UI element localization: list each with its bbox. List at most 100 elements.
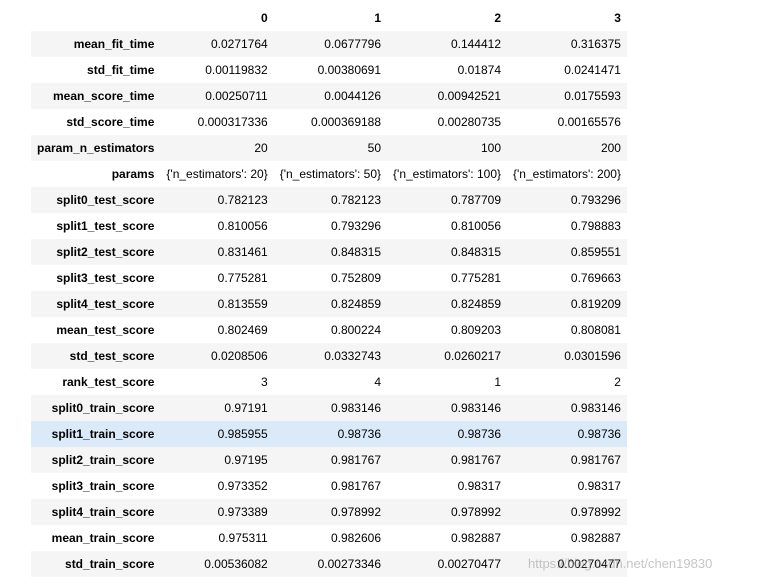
table-cell: 0.975311 [218, 531, 268, 545]
table-row: std_test_score 0.0208506 0.0332743 0.026021… [31, 343, 627, 369]
row-label: std_fit_time [87, 63, 155, 77]
table-cell: 0.98736 [577, 427, 621, 441]
table-cell: 0.813559 [217, 297, 268, 311]
table-cell: 0.981767 [330, 453, 382, 467]
table-cell: 0.978992 [330, 505, 382, 519]
table-row: params {'n_estimators': 20} {'n_estimators… [31, 161, 627, 187]
table-row: mean_train_score 0.975311 0.982606 0.982887… [31, 525, 627, 551]
row-label: params [111, 167, 155, 181]
table-row: split3_test_score 0.775281 0.752809 0.77528… [31, 265, 627, 291]
table-cell: 0.0271764 [210, 37, 268, 51]
table-cell: 0.808081 [570, 323, 621, 337]
table-row: split0_test_score 0.782123 0.782123 0.78770… [31, 187, 627, 213]
table-cell: 0.982887 [450, 531, 501, 545]
table-row: param_n_estimators 20 50 100 200 [31, 135, 627, 161]
table-cell: 0.819209 [570, 297, 621, 311]
cv-results-table: 0 1 2 3 mean_fit_time 0.0271764 0.0677796 0… [31, 5, 627, 577]
row-label: param_n_estimators [37, 141, 155, 155]
table-cell: 0.00250711 [205, 89, 268, 103]
table-cell: 0.775281 [450, 271, 501, 285]
row-label: split4_train_score [51, 505, 155, 519]
table-row: std_fit_time 0.00119832 0.00380691 0.01874 0… [31, 57, 627, 83]
table-cell: 0.98317 [457, 479, 501, 493]
table-header: 0 1 2 3 [31, 5, 627, 31]
table-cell: 0.982887 [570, 531, 621, 545]
table-cell: 0.981767 [330, 479, 382, 493]
row-label: mean_score_time [53, 89, 155, 103]
table-cell: 100 [480, 141, 501, 155]
row-label: split3_train_score [51, 479, 155, 493]
table-cell: 0.981767 [450, 453, 501, 467]
table-cell: 0.824859 [450, 297, 501, 311]
row-label: std_score_time [66, 115, 155, 129]
table-cell: 0.0332743 [324, 349, 382, 363]
table-cell: 0.98736 [457, 427, 501, 441]
table-cell: 0.00270477 [557, 557, 621, 571]
table-row: split4_test_score 0.813559 0.824859 0.82485… [31, 291, 627, 317]
row-label: split2_test_score [56, 245, 155, 259]
table-cell: 0.0301596 [564, 349, 621, 363]
table-cell: 0.752809 [330, 271, 382, 285]
table-cell: 0.769663 [570, 271, 621, 285]
table-cell: 0.00273346 [317, 557, 382, 571]
table-row: split0_train_score 0.97191 0.983146 0.98314… [31, 395, 627, 421]
row-label: mean_train_score [51, 531, 155, 545]
row-label: std_test_score [69, 349, 155, 363]
table-cell: 0.782123 [217, 193, 268, 207]
table-body: mean_fit_time 0.0271764 0.0677796 0.144412 0… [31, 31, 627, 577]
table-cell: 0.978992 [570, 505, 621, 519]
table-cell: 200 [600, 141, 621, 155]
table-cell: 0.00270477 [437, 557, 501, 571]
table-cell: 50 [367, 141, 382, 155]
table-cell: 0.0208506 [210, 349, 268, 363]
table-cell: 0.000369188 [310, 115, 382, 129]
table-cell: 0.981767 [570, 453, 621, 467]
table-cell: 0.793296 [570, 193, 621, 207]
table-cell: 0.810056 [450, 219, 501, 233]
table-cell: 0.00119832 [205, 63, 268, 77]
table-row: mean_test_score 0.802469 0.800224 0.809203 0… [31, 317, 627, 343]
table-cell: 1 [494, 375, 501, 389]
table-row: split1_test_score 0.810056 0.793296 0.81005… [31, 213, 627, 239]
table-cell: 0.00165576 [557, 115, 621, 129]
table-row: split2_train_score 0.97195 0.981767 0.98176… [31, 447, 627, 473]
table-cell: 0.98736 [337, 427, 382, 441]
table-row: split2_test_score 0.831461 0.848315 0.84831… [31, 239, 627, 265]
table-cell: 0.848315 [330, 245, 382, 259]
table-row: split1_train_score 0.985955 0.98736 0.98736… [31, 421, 627, 447]
table-cell: 0.787709 [450, 193, 501, 207]
column-header-2: 2 [387, 5, 507, 31]
table-cell: 0.98317 [577, 479, 621, 493]
table-cell: 0.809203 [450, 323, 501, 337]
row-label: mean_test_score [56, 323, 155, 337]
row-label: split0_test_score [56, 193, 155, 207]
table-cell: 0.01874 [457, 63, 501, 77]
table-cell: 0.973352 [217, 479, 268, 493]
table-row: rank_test_score 3 4 1 2 [31, 369, 627, 395]
table-cell: 0.982606 [330, 531, 382, 545]
row-label: split1_test_score [56, 219, 155, 233]
index-header [31, 5, 161, 31]
table-cell: 0.973389 [217, 505, 268, 519]
table-cell: {'n_estimators': 100} [393, 167, 501, 181]
table-row: std_train_score 0.00536082 0.00273346 0.002… [31, 551, 627, 577]
table-cell: 0.0677796 [324, 37, 382, 51]
table-cell: 0.0260217 [444, 349, 501, 363]
table-cell: 0.831461 [217, 245, 268, 259]
table-cell: 3 [261, 375, 268, 389]
table-cell: 0.00380691 [317, 63, 382, 77]
table-cell: {'n_estimators': 200} [513, 167, 621, 181]
header-row: 0 1 2 3 [31, 5, 627, 31]
table-cell: 2 [614, 375, 621, 389]
row-label: std_train_score [65, 557, 155, 571]
table-row: mean_fit_time 0.0271764 0.0677796 0.144412 0… [31, 31, 627, 57]
table-cell: 0.793296 [330, 219, 382, 233]
table-row: std_score_time 0.000317336 0.000369188 0.00… [31, 109, 627, 135]
table-cell: 0.775281 [217, 271, 268, 285]
table-cell: 0.144412 [450, 37, 501, 51]
table-cell: 0.824859 [330, 297, 382, 311]
table-cell: 0.00280735 [437, 115, 501, 129]
table-cell: 0.00942521 [437, 89, 501, 103]
table-cell: {'n_estimators': 50} [279, 167, 382, 181]
table-cell: 0.800224 [330, 323, 382, 337]
